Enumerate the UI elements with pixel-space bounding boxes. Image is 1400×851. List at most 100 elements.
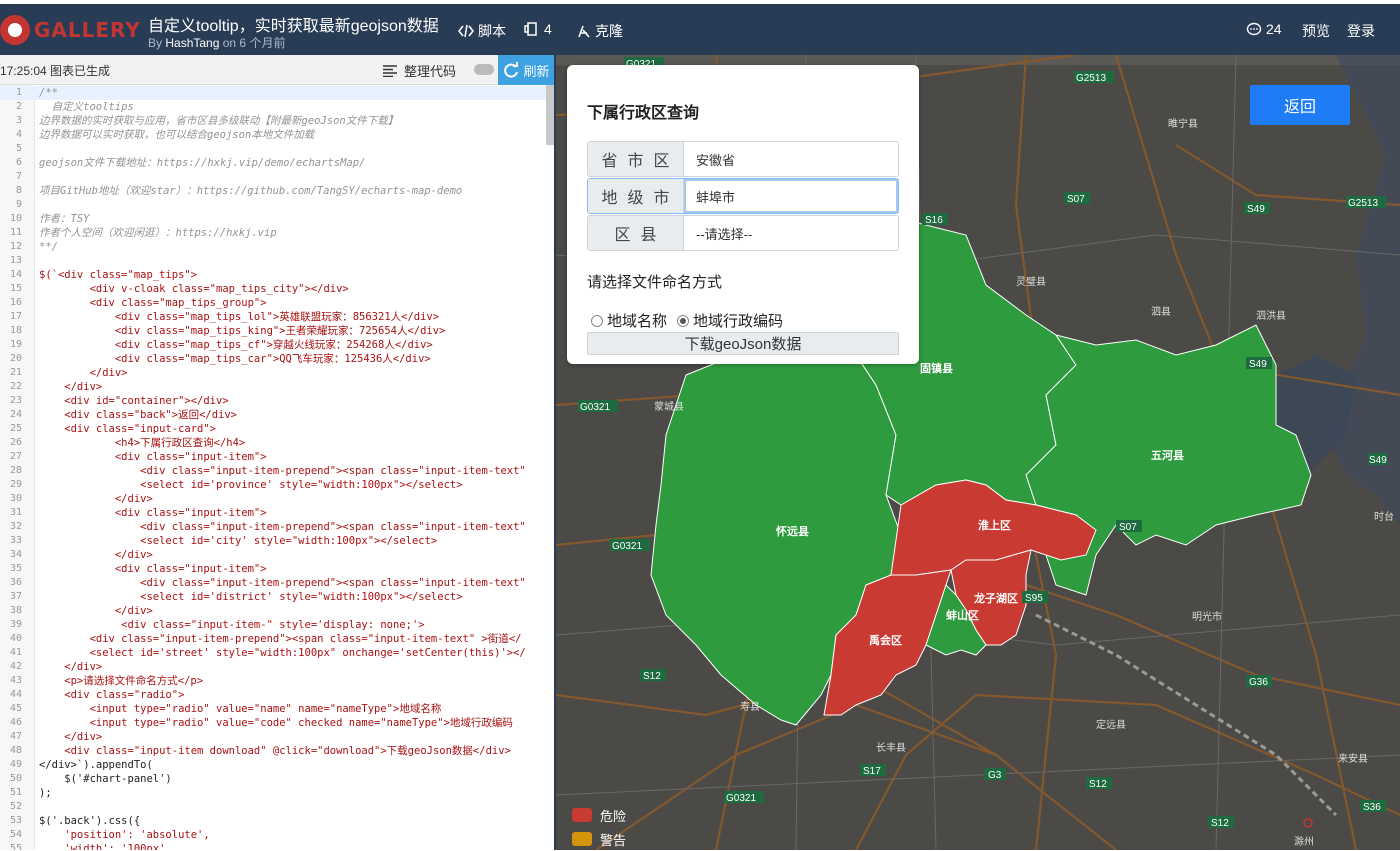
code-line[interactable]: 16 <div class="map_tips_group"> <box>0 296 554 310</box>
code-line[interactable]: 32 <div class="input-item-prepend"><span… <box>0 520 554 534</box>
code-line[interactable]: 9 <box>0 198 554 212</box>
code-line[interactable]: 19 <div class="map_tips_cf">穿越火线玩家：25426… <box>0 338 554 352</box>
preview-button[interactable]: 预览 <box>1302 21 1330 41</box>
code-line[interactable]: 23 <div id="container"></div> <box>0 394 554 408</box>
code-line[interactable]: 13 <box>0 254 554 268</box>
road-shield-label: S49 <box>1247 204 1265 215</box>
comments-button[interactable]: 24 <box>1246 21 1282 37</box>
code-line[interactable]: 31 <div class="input-item"> <box>0 506 554 520</box>
code-line[interactable]: 53 $('.back').css({ <box>0 814 554 828</box>
code-line[interactable]: 30 </div> <box>0 492 554 506</box>
format-code-button[interactable]: 整理代码 <box>382 61 456 80</box>
code-line[interactable]: 1 /** <box>0 86 554 100</box>
login-button[interactable]: 登录 <box>1347 21 1375 41</box>
download-geojson-button[interactable]: 下载geoJson数据 <box>587 332 899 355</box>
code-line[interactable]: 12 **/ <box>0 240 554 254</box>
code-line[interactable]: 5 <box>0 142 554 156</box>
code-line[interactable]: 22 </div> <box>0 380 554 394</box>
line-number: 42 <box>9 661 22 672</box>
code-text: 'width': '100px', <box>39 843 172 850</box>
code-line[interactable]: 27 <div class="input-item"> <box>0 450 554 464</box>
code-line[interactable]: 35 <div class="input-item"> <box>0 562 554 576</box>
code-line[interactable]: 47 </div> <box>0 730 554 744</box>
code-text: </div> <box>39 661 103 673</box>
auto-refresh-toggle[interactable] <box>474 64 494 75</box>
code-line[interactable]: 21 </div> <box>0 366 554 380</box>
editor-scrollbar[interactable] <box>546 85 554 145</box>
road-shield-label: G36 <box>1249 677 1268 688</box>
code-line[interactable]: 37 <select id='district' style="width:10… <box>0 590 554 604</box>
author-link[interactable]: HashTang <box>165 36 219 50</box>
gallery-logo[interactable]: GALLERY <box>0 12 141 48</box>
code-line[interactable]: 3 边界数据的实时获取与应用，省市区县多级联动【附最新geoJson文件下载】 <box>0 114 554 128</box>
code-line[interactable]: 50 $('#chart-panel') <box>0 772 554 786</box>
code-line[interactable]: 10 作者：TSY <box>0 212 554 226</box>
code-line[interactable]: 11 作者个人空间（欢迎闲逛）：https://hxkj.vip <box>0 226 554 240</box>
code-line[interactable]: 20 <div class="map_tips_car">QQ飞车玩家：1254… <box>0 352 554 366</box>
script-button[interactable]: 脚本 <box>458 21 506 41</box>
district-select[interactable]: 区县 --请选择-- <box>587 215 899 251</box>
line-number: 5 <box>15 143 22 154</box>
code-line[interactable]: 25 <div class="input-card"> <box>0 422 554 436</box>
code-line[interactable]: 18 <div class="map_tips_king">王者荣耀玩家：725… <box>0 324 554 338</box>
code-line[interactable]: 15 <div v-cloak class="map_tips_city"></… <box>0 282 554 296</box>
code-line[interactable]: 40 <div class="input-item-prepend"><span… <box>0 632 554 646</box>
legend-item-warning[interactable]: 警告 <box>572 827 626 851</box>
code-editor[interactable]: 1/** 2 自定义tooltips 3 边界数据的实时获取与应用，省市区县多级联动【… <box>0 85 554 850</box>
code-line[interactable]: 39 <div class="input-item-" style='displ… <box>0 618 554 632</box>
code-text: 自定义tooltips <box>39 101 134 113</box>
code-line[interactable]: 7 <box>0 170 554 184</box>
label-longzihu: 龙子湖区 <box>973 591 1018 605</box>
code-line[interactable]: 44 <div class="radio"> <box>0 688 554 702</box>
code-line[interactable]: 6 geojson文件下载地址：https://hxkj.vip/demo/ech… <box>0 156 554 170</box>
code-line[interactable]: 8 项目GitHub地址（欢迎star）：https://github.com/T… <box>0 184 554 198</box>
code-line[interactable]: 26 <h4>下属行政区查询</h4> <box>0 436 554 450</box>
code-line[interactable]: 17 <div class="map_tips_lol">英雄联盟玩家：8563… <box>0 310 554 324</box>
code-line[interactable]: 55 'width': '100px', <box>0 842 554 850</box>
radio-code[interactable] <box>677 314 690 327</box>
city-select[interactable]: 地级市 蚌埠市 <box>587 178 899 214</box>
code-line[interactable]: 24 <div class="back">返回</div> <box>0 408 554 422</box>
code-line[interactable]: 45 <input type="radio" value="name" name… <box>0 702 554 716</box>
clone-button[interactable]: 克隆 <box>577 21 623 41</box>
code-line[interactable]: 41 <select id='street' style="width:100p… <box>0 646 554 660</box>
code-line[interactable]: 51); <box>0 786 554 800</box>
code-line[interactable]: 54 'position': 'absolute', <box>0 828 554 842</box>
code-line[interactable]: 46 <input type="radio" value="code" chec… <box>0 716 554 730</box>
radio-name[interactable] <box>591 314 603 327</box>
city-value[interactable]: 蚌埠市 <box>684 179 898 213</box>
district-value[interactable]: --请选择-- <box>684 216 898 250</box>
code-line[interactable]: 2 自定义tooltips <box>0 100 554 114</box>
refresh-button[interactable]: 刷新 <box>498 55 554 85</box>
code-line[interactable]: 36 <div class="input-item-prepend"><span… <box>0 576 554 590</box>
code-text: </div> <box>39 367 128 379</box>
code-line[interactable]: 28 <div class="input-item-prepend"><span… <box>0 464 554 478</box>
code-line[interactable]: 49 </div>`).appendTo( <box>0 758 554 772</box>
code-line[interactable]: 52 <box>0 800 554 814</box>
fork-button[interactable]: 4 <box>524 21 552 37</box>
code-text: <div class="map_tips_king">王者荣耀玩家：725654… <box>39 325 446 337</box>
code-text: <div class="radio"> <box>39 689 185 701</box>
code-line[interactable]: 34 </div> <box>0 548 554 562</box>
legend-item-danger[interactable]: 危险 <box>572 803 626 827</box>
back-button[interactable]: 返回 <box>1250 85 1350 125</box>
code-line[interactable]: 48 <div class="input-item download" @cli… <box>0 744 554 758</box>
code-line[interactable]: 42 </div> <box>0 660 554 674</box>
code-line[interactable]: 14 $(`<div class="map_tips"> <box>0 268 554 282</box>
province-select[interactable]: 省市区 安徽省 <box>587 141 899 177</box>
code-line[interactable]: 29 <select id='province' style="width:10… <box>0 478 554 492</box>
radio-name-label[interactable]: 地域名称 <box>607 310 667 331</box>
line-number: 29 <box>9 479 22 490</box>
code-line[interactable]: 43 <p>请选择文件命名方式</p> <box>0 674 554 688</box>
code-text: <div class="input-card"> <box>39 423 217 435</box>
label-guzhen: 固镇县 <box>920 361 953 375</box>
code-line[interactable]: 38 </div> <box>0 604 554 618</box>
line-number: 23 <box>9 395 22 406</box>
line-number: 8 <box>15 185 22 196</box>
code-lines[interactable]: 1/** 2 自定义tooltips 3 边界数据的实时获取与应用，省市区县多级联动【… <box>0 86 554 850</box>
code-line[interactable]: 4 边界数据可以实时获取，也可以结合geojson本地文件加载 <box>0 128 554 142</box>
code-line[interactable]: 33 <select id='city' style="width:100px"… <box>0 534 554 548</box>
province-value[interactable]: 安徽省 <box>684 142 898 176</box>
radio-code-label[interactable]: 地域行政编码 <box>693 310 783 331</box>
label-bengshan: 蚌山区 <box>946 608 979 622</box>
